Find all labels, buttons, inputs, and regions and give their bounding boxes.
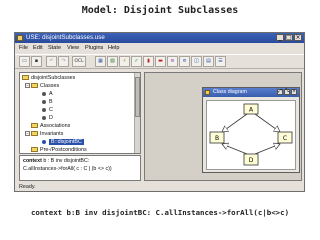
- call-stack-icon[interactable]: ≡: [179, 56, 190, 67]
- menu-view[interactable]: View: [67, 43, 79, 53]
- tree-node-classes[interactable]: − Classes: [25, 82, 59, 90]
- link-count-icon[interactable]: ▬: [155, 56, 166, 67]
- diagram-desktop: Class diagram ⤢ ⤡ × A B C D: [144, 72, 302, 181]
- app-icon: [17, 35, 23, 41]
- menu-plugins[interactable]: Plugins: [85, 43, 103, 53]
- collapse-toggle-icon[interactable]: −: [25, 131, 30, 137]
- class-diagram-canvas[interactable]: A B C D: [206, 100, 296, 170]
- maximize-button[interactable]: □: [285, 34, 293, 41]
- class-box-a[interactable]: A: [243, 103, 259, 115]
- save-icon[interactable]: ▪: [31, 56, 42, 67]
- window-titlebar[interactable]: USE: disjointSubclasses.use _ □ ×: [15, 33, 304, 43]
- class-icon: [42, 91, 46, 96]
- class-diagram-window[interactable]: Class diagram ⤢ ⤡ × A B C D: [202, 87, 300, 173]
- maximize-button[interactable]: ⤡: [284, 89, 290, 95]
- collapse-toggle-icon[interactable]: −: [25, 83, 30, 89]
- object-diagram-icon[interactable]: ▧: [107, 56, 118, 67]
- status-bar: Ready.: [19, 184, 36, 190]
- class-box-b[interactable]: B: [209, 131, 225, 144]
- class-diagram-icon[interactable]: ▦: [95, 56, 106, 67]
- close-button[interactable]: ×: [291, 89, 297, 95]
- ocl-line-2: C.allInstances->forAll( c : C | (b <> c)…: [23, 166, 112, 172]
- undo-icon[interactable]: ↶: [46, 56, 57, 67]
- menu-file[interactable]: File: [19, 43, 28, 53]
- class-invariant-icon[interactable]: ✓: [131, 56, 142, 67]
- generalization-a-b: [222, 113, 248, 132]
- folder-icon: [31, 83, 38, 89]
- folder-icon: [31, 147, 38, 153]
- ocl-definition-view: context b : B inv disjointBC: C.allInsta…: [19, 155, 141, 181]
- menu-state[interactable]: State: [48, 43, 61, 53]
- class-icon: [42, 107, 46, 112]
- folder-icon: [31, 131, 38, 137]
- folder-icon: [22, 75, 29, 81]
- generalization-d-c: [254, 144, 280, 155]
- tree-node-invariants[interactable]: − Invariants: [25, 130, 63, 138]
- tree-node-prepost[interactable]: Pre-/Postconditions: [31, 146, 87, 153]
- model-browser-tree: disjointSubclasses − Classes A B C D Asso…: [19, 72, 141, 154]
- folder-icon: [31, 123, 38, 129]
- diagram-icon: [205, 90, 210, 95]
- tree-invariant-disjointbc[interactable]: B::disjointBC: [42, 138, 84, 146]
- class-label-d: D: [249, 157, 254, 164]
- class-label-c: C: [283, 135, 287, 142]
- class-box-d[interactable]: D: [243, 153, 259, 166]
- slide-title: Model: Disjoint Subclasses: [81, 5, 239, 16]
- toolbar: ▭ ▪ ↶ ↷ OCL ▦ ▧ ⚡ ✓ ▮ ▬ ≋ ≡ ◫ ▤ ☰: [15, 54, 304, 69]
- class-extent-icon[interactable]: ▤: [203, 56, 214, 67]
- class-diagram-titlebar[interactable]: Class diagram ⤢ ⤡ ×: [203, 88, 299, 97]
- tree-class-a[interactable]: A: [42, 90, 53, 98]
- invariant-icon: [42, 139, 46, 144]
- minimize-button[interactable]: _: [276, 34, 284, 41]
- menubar: File Edit State View Plugins Help: [15, 43, 304, 53]
- generalization-a-c: [254, 113, 280, 132]
- menu-help[interactable]: Help: [108, 43, 120, 53]
- class-box-c[interactable]: C: [277, 131, 293, 144]
- class-icon: [42, 115, 46, 120]
- tree-node-associations[interactable]: Associations: [31, 122, 70, 130]
- class-diagram-title: Class diagram: [213, 89, 247, 95]
- scrollbar-thumb[interactable]: [135, 77, 140, 117]
- tree-class-b[interactable]: B: [42, 98, 53, 106]
- state-evolution-icon[interactable]: ≋: [167, 56, 178, 67]
- window-title: USE: disjointSubclasses.use: [26, 34, 105, 41]
- tree-scrollbar[interactable]: [134, 73, 140, 153]
- class-icon: [42, 99, 46, 104]
- open-icon[interactable]: ▭: [19, 56, 30, 67]
- tree-class-d[interactable]: D: [42, 114, 53, 122]
- ocl-line-1: context b : B inv disjointBC:: [23, 158, 90, 164]
- sequence-diagram-icon[interactable]: ⚡: [119, 56, 130, 67]
- tree-class-c[interactable]: C: [42, 106, 53, 114]
- menu-edit[interactable]: Edit: [33, 43, 43, 53]
- slide-caption: context b:B inv disjointBC: C.allInstanc…: [30, 208, 290, 217]
- generalization-d-b: [222, 144, 248, 155]
- object-properties-icon[interactable]: ◫: [191, 56, 202, 67]
- command-list-icon[interactable]: ☰: [215, 56, 226, 67]
- close-button[interactable]: ×: [294, 34, 302, 41]
- tree-node-root[interactable]: disjointSubclasses: [22, 74, 75, 82]
- redo-icon[interactable]: ↷: [58, 56, 69, 67]
- class-label-b: B: [215, 135, 219, 142]
- main-window: USE: disjointSubclasses.use _ □ × File E…: [14, 32, 305, 192]
- object-count-icon[interactable]: ▮: [143, 56, 154, 67]
- ocl-button[interactable]: OCL: [72, 56, 86, 67]
- iconify-button[interactable]: ⤢: [277, 89, 283, 95]
